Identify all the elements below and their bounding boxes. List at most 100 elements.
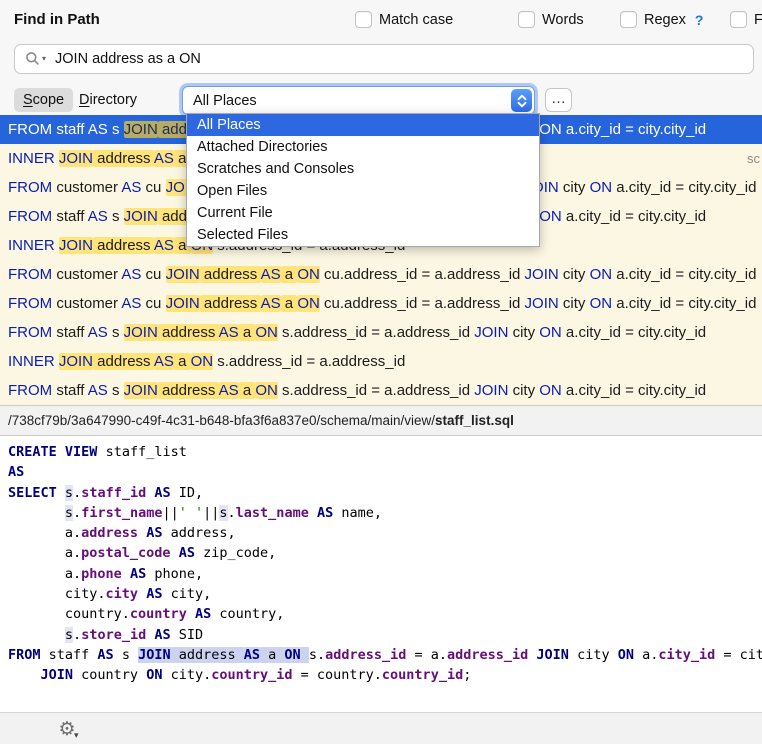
result-text-segment: staff — [52, 208, 88, 225]
code-line: JOIN country ON city.country_id = countr… — [8, 665, 762, 685]
search-icon[interactable]: ▾ — [25, 51, 46, 67]
code-token: country_id — [211, 667, 292, 683]
code-token: AS — [195, 606, 211, 622]
code-token: s — [219, 505, 227, 521]
regex-help-icon[interactable]: ? — [695, 12, 704, 28]
match-case-label: Match case — [379, 12, 453, 28]
code-line: a.address AS address, — [8, 523, 762, 543]
tab-directory-label: Directory — [79, 92, 137, 108]
code-token: country_id — [382, 667, 463, 683]
code-token: . — [73, 505, 81, 521]
result-text-segment: address — [93, 353, 154, 370]
path-file-name: staff_list.sql — [435, 413, 514, 428]
result-text-segment: AS — [88, 121, 108, 138]
code-token: ON — [146, 667, 162, 683]
code-token: SID — [171, 627, 204, 643]
result-text-segment: staff — [52, 121, 88, 138]
result-text-segment: city — [559, 179, 590, 196]
result-text-segment: ON — [539, 324, 562, 341]
code-token: city — [106, 586, 139, 602]
result-text-segment: AS — [154, 150, 174, 167]
find-in-path-dialog: Find in Path Match case Words Regex ? F — [0, 0, 762, 744]
file-mask-checkbox[interactable] — [730, 11, 747, 28]
result-text-segment: FROM — [8, 121, 52, 138]
code-token: FROM — [8, 647, 41, 663]
code-token: name, — [333, 505, 382, 521]
browse-scopes-button[interactable]: … — [545, 88, 572, 112]
code-token: JOIN — [41, 667, 74, 683]
result-text-segment: ON — [539, 121, 562, 138]
result-text-segment: address — [93, 237, 154, 254]
result-text-segment: s — [108, 324, 124, 341]
code-token: a. — [634, 647, 658, 663]
result-text-segment: JOIN — [124, 121, 158, 138]
result-text-segment: AS — [88, 208, 108, 225]
code-token: staff — [41, 647, 98, 663]
dropdown-item[interactable]: Selected Files — [187, 224, 539, 246]
code-token: VIEW — [65, 444, 98, 460]
dropdown-item[interactable]: Attached Directories — [187, 136, 539, 158]
match-case-checkbox[interactable] — [355, 11, 372, 28]
result-text-segment: ON — [297, 266, 320, 283]
result-row[interactable]: FROM customer AS cu JOIN address AS a ON… — [0, 289, 762, 318]
code-token: = city. — [715, 647, 762, 663]
code-token: staff_list — [97, 444, 186, 460]
result-row[interactable]: FROM customer AS cu JOIN address AS a ON… — [0, 260, 762, 289]
words-checkbox[interactable] — [518, 11, 535, 28]
result-text-segment: ON — [255, 324, 278, 341]
result-text-segment: JOIN — [474, 324, 508, 341]
code-line: CREATE VIEW staff_list — [8, 442, 762, 462]
search-query-text: JOIN address as a ON — [55, 51, 201, 67]
code-token: city. — [8, 586, 106, 602]
result-text-segment: a — [174, 353, 191, 370]
code-token: AS — [8, 464, 24, 480]
regex-label: Regex — [644, 12, 686, 28]
code-token: ; — [463, 667, 471, 683]
result-text-segment: ON — [191, 353, 214, 370]
search-input[interactable]: ▾ JOIN address as a ON — [14, 44, 754, 74]
code-token: AS — [244, 647, 260, 663]
code-token: phone — [81, 566, 122, 582]
code-preview[interactable]: CREATE VIEW staff_listASSELECT s.staff_i… — [0, 436, 762, 712]
code-token — [57, 444, 65, 460]
dropdown-item[interactable]: All Places — [187, 114, 539, 136]
result-row[interactable]: INNER JOIN address AS a ON s.address_id … — [0, 347, 762, 376]
code-token: address_id — [447, 647, 528, 663]
scope-combobox[interactable]: All Places — [182, 86, 535, 115]
result-text-segment: staff — [52, 382, 88, 399]
code-line: a.postal_code AS zip_code, — [8, 543, 762, 563]
words-option: Words — [518, 11, 584, 28]
result-text-segment: s.address_id = a.address_id — [278, 382, 474, 399]
result-text-segment: ON — [297, 295, 320, 312]
result-row[interactable]: FROM staff AS s JOIN address AS a ON s.a… — [0, 318, 762, 347]
result-text-segment: JOIN — [59, 353, 93, 370]
result-text-segment: a.city_id = city.city_id — [612, 179, 756, 196]
result-text-segment: a — [281, 266, 298, 283]
code-token: s — [65, 505, 73, 521]
code-token: ID, — [171, 485, 204, 501]
code-token: s — [65, 485, 73, 501]
result-text-segment: cu — [141, 295, 165, 312]
code-token: . — [73, 485, 81, 501]
tab-directory[interactable]: Directory — [79, 88, 137, 112]
result-text-segment: s — [108, 208, 124, 225]
dropdown-item[interactable]: Open Files — [187, 180, 539, 202]
combobox-stepper-button[interactable] — [511, 89, 532, 112]
result-text-segment: AS — [121, 179, 141, 196]
code-line: a.phone AS phone, — [8, 564, 762, 584]
result-row[interactable]: FROM staff AS s JOIN address AS a ON s.a… — [0, 376, 762, 405]
code-token — [138, 586, 146, 602]
result-text-segment: AS — [121, 266, 141, 283]
result-text-segment: cu.address_id = a.address_id — [320, 295, 525, 312]
tab-scope[interactable]: Scope — [14, 88, 73, 112]
dropdown-item[interactable]: Current File — [187, 202, 539, 224]
code-line: country.country AS country, — [8, 604, 762, 624]
result-text-segment: s — [108, 121, 124, 138]
regex-checkbox[interactable] — [620, 11, 637, 28]
result-text-segment: a.city_id = city.city_id — [612, 266, 756, 283]
dropdown-item[interactable]: Scratches and Consoles — [187, 158, 539, 180]
result-text-segment: city — [508, 382, 539, 399]
file-mask-label: F — [754, 12, 762, 28]
code-token: zip_code, — [195, 545, 276, 561]
result-text-segment: ON — [539, 382, 562, 399]
